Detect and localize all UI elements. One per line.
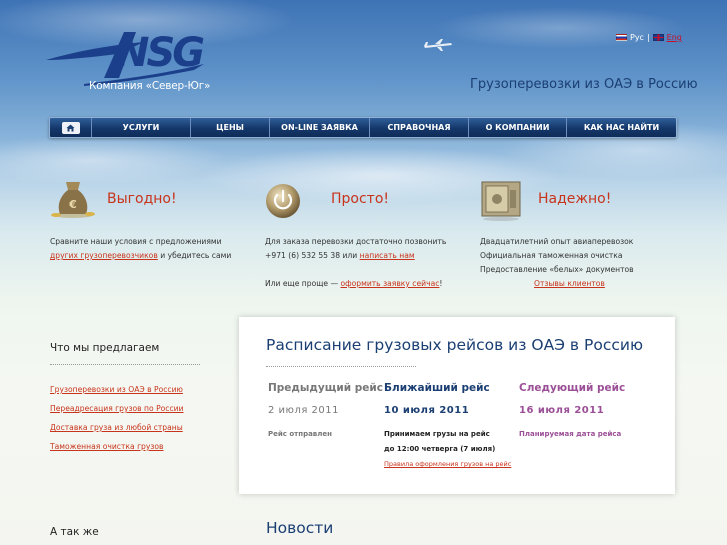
power-button-icon — [266, 184, 300, 218]
offer-divider — [50, 364, 200, 365]
cargo-rules-link[interactable]: Правила оформления грузов на рейс — [384, 460, 511, 468]
money-bag-icon: € — [51, 182, 95, 218]
news-heading: Новости — [266, 519, 334, 537]
client-reviews-link[interactable]: Отзывы клиентов — [534, 279, 605, 288]
airplane-icon — [424, 39, 452, 51]
nav-item-about[interactable]: О КОМПАНИИ — [469, 118, 567, 137]
feature-simple-title: Просто! — [331, 191, 390, 207]
prev-flight-date: 2 июля 2011 — [268, 405, 339, 416]
safe-icon — [481, 181, 521, 221]
also-heading: А так же — [50, 526, 99, 538]
home-button[interactable] — [61, 121, 80, 134]
schedule-following-column: Следующий рейс 16 июля 2011 Планируемая … — [519, 382, 625, 442]
feature-reliable-title: Надежно! — [538, 191, 612, 207]
next-flight-heading: Ближайший рейс — [384, 382, 490, 394]
order-now-link[interactable]: оформить заявку сейчас — [340, 279, 439, 288]
company-caption: Компания «Север-Юг» — [89, 80, 211, 92]
lang-ru-label[interactable]: Рус — [630, 33, 644, 42]
following-flight-status: Планируемая дата рейса — [519, 430, 622, 438]
tagline: Грузоперевозки из ОАЭ в Россию — [470, 77, 698, 92]
next-flight-status: Принимаем грузы на рейс до 12:00 четверг… — [384, 430, 512, 468]
nav-item-services[interactable]: УСЛУГИ — [92, 118, 191, 137]
write-us-link[interactable]: написать нам — [360, 251, 415, 260]
offer-link-any-country[interactable]: Доставка груза из любой страны — [50, 418, 184, 437]
flight-schedule-panel: Расписание грузовых рейсов из ОАЭ в Росс… — [239, 317, 675, 494]
following-flight-heading: Следующий рейс — [519, 382, 626, 394]
offer-link-customs[interactable]: Таможенная очистка грузов — [50, 437, 184, 456]
nav-item-contacts[interactable]: КАК НАС НАЙТИ — [567, 118, 676, 137]
lang-en-link[interactable]: Eng — [667, 33, 682, 42]
prev-flight-status: Рейс отправлен — [268, 430, 332, 438]
schedule-divider — [266, 366, 416, 367]
nav-item-online-order[interactable]: ON-LINE ЗАЯВКА — [270, 118, 370, 137]
offer-link-readdress[interactable]: Переадресация грузов по России — [50, 399, 184, 418]
feature-reliable-text: Двадцатилетний опыт авиаперевозок Официа… — [480, 237, 634, 288]
next-flight-date: 10 июля 2011 — [384, 405, 470, 416]
english-flag-icon — [652, 34, 664, 41]
nav-item-prices[interactable]: ЦЕНЫ — [191, 118, 270, 137]
russian-flag-icon — [616, 34, 627, 41]
offer-links: Грузоперевозки из ОАЭ в Россию Переадрес… — [50, 380, 184, 456]
home-icon — [66, 124, 75, 131]
nav-item-reference[interactable]: СПРАВОЧНАЯ — [370, 118, 469, 137]
feature-profit-text: Сравните наши условия с предложениями др… — [50, 237, 232, 260]
offer-heading: Что мы предлагаем — [50, 342, 160, 354]
schedule-title: Расписание грузовых рейсов из ОАЭ в Росс… — [266, 336, 643, 354]
nav-home[interactable] — [50, 118, 92, 137]
following-flight-date: 16 июля 2011 — [519, 405, 605, 416]
offer-link-uae-russia[interactable]: Грузоперевозки из ОАЭ в Россию — [50, 380, 184, 399]
schedule-prev-column: Предыдущий рейс 2 июля 2011 Рейс отправл… — [268, 382, 383, 442]
language-switcher: Рус | Eng — [616, 33, 682, 42]
main-nav: УСЛУГИ ЦЕНЫ ON-LINE ЗАЯВКА СПРАВОЧНАЯ О … — [49, 117, 677, 138]
prev-flight-heading: Предыдущий рейс — [268, 382, 383, 394]
other-carriers-link[interactable]: других грузоперевозчиков — [50, 251, 158, 260]
lang-separator: | — [646, 33, 650, 42]
feature-simple-text: Для заказа перевозки достаточно позвонит… — [265, 237, 447, 288]
svg-text:€: € — [68, 198, 77, 211]
schedule-next-column: Ближайший рейс 10 июля 2011 Принимаем гр… — [384, 382, 511, 472]
feature-profit-title: Выгодно! — [107, 191, 177, 207]
